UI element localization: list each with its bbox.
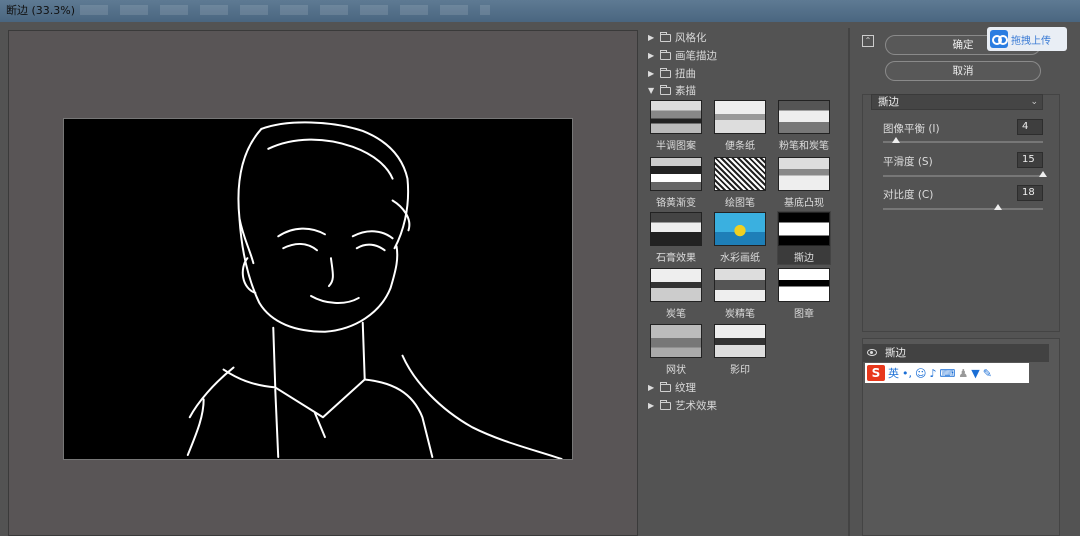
smoothness-input[interactable]: 15 [1017,152,1043,168]
filter-preview [714,212,766,246]
filter-thumb[interactable]: 基底凸现 [778,157,830,209]
folder-icon [660,400,671,410]
filter-thumb[interactable]: 石膏效果 [650,212,702,264]
category-texture[interactable]: ▶ 纹理 [648,380,696,396]
filter-thumb[interactable]: 网状 [650,324,702,376]
filter-preview [714,157,766,191]
ime-toolbar: S 英 •, ☺ ♪ ⌨ ♟ ▼ ✎ [865,363,1029,383]
ime-mode[interactable]: 英 [888,365,899,381]
category-sketch[interactable]: ▼ 素描 [648,83,696,99]
blurred-menu [80,5,490,15]
sogou-logo-icon[interactable]: S [867,365,885,381]
keyboard-icon[interactable]: ⌨ [940,367,956,380]
expand-arrow-icon: ▶ [648,51,655,60]
effect-layers-panel: 撕边 S 英 •, ☺ ♪ ⌨ ♟ ▼ ✎ [862,338,1060,536]
filter-preview [778,212,830,246]
folder-icon [660,382,671,392]
window-titlebar: 断边 (33.3%) [0,0,1080,22]
filter-gallery-panel: ▶ 风格化 ▶ 画笔描边 ▶ 扭曲 ▼ 素描 半调图案 便条纸 粉笔和炭笔 铬黄… [642,28,848,536]
folder-icon [660,50,671,60]
param-label: 图像平衡 (I) [883,123,940,135]
expand-arrow-icon: ▶ [648,383,655,392]
collapse-arrow-icon: ▼ [648,86,655,95]
category-distort[interactable]: ▶ 扭曲 [648,66,696,82]
folder-open-icon [660,85,671,95]
filter-preview [650,157,702,191]
filter-thumb[interactable]: 水彩画纸 [714,212,766,264]
category-brush-strokes[interactable]: ▶ 画笔描边 [648,48,717,64]
filter-preview [650,100,702,134]
filter-thumb[interactable]: 绘图笔 [714,157,766,209]
filter-thumb[interactable]: 铬黄渐变 [650,157,702,209]
expand-arrow-icon: ▶ [648,33,655,42]
filter-thumb[interactable]: 便条纸 [714,100,766,152]
filter-thumb[interactable]: 炭笔 [650,268,702,320]
filter-select[interactable]: 撕边 ⌄ [871,94,1043,110]
filter-thumb[interactable]: 影印 [714,324,766,376]
emoji-icon[interactable]: ☺ [915,367,926,380]
filter-preview [778,157,830,191]
microphone-icon[interactable]: ♪ [929,367,936,380]
slider-knob[interactable] [891,137,900,143]
filter-thumb-selected[interactable]: 撕边 [777,211,831,265]
filter-preview [714,100,766,134]
user-icon[interactable]: ♟ [958,367,968,380]
contrast-input[interactable]: 18 [1017,185,1043,201]
preview-image [63,118,573,460]
filter-thumb[interactable]: 粉笔和炭笔 [778,100,830,152]
category-artistic[interactable]: ▶ 艺术效果 [648,398,717,414]
slider-knob[interactable] [994,204,1003,210]
expand-arrow-icon: ▶ [648,69,655,78]
filter-preview [714,268,766,302]
filter-preview [778,100,830,134]
expand-arrow-icon: ▶ [648,401,655,410]
image-balance-input[interactable]: 4 [1017,119,1043,135]
filter-preview [778,268,830,302]
settings-panel: ⌃ 确定 取消 拖拽上传 撕边 ⌄ 图像平衡 (I) 4 平滑度 (S) 15 … [850,22,1080,536]
filter-preview [714,324,766,358]
collapse-gallery-icon[interactable]: ⌃ [862,35,874,47]
filter-settings: 撕边 ⌄ 图像平衡 (I) 4 平滑度 (S) 15 对比度 (C) 18 [862,94,1060,332]
eye-icon[interactable] [867,349,877,356]
contrast-slider[interactable] [883,204,1043,210]
upload-button[interactable]: 拖拽上传 [987,27,1067,51]
filter-thumb[interactable]: 半调图案 [650,100,702,152]
smoothness-slider[interactable] [883,171,1047,177]
chevron-down-icon: ⌄ [1030,97,1038,107]
filter-preview [650,324,702,358]
punctuation-icon[interactable]: •, [902,367,912,380]
slider-knob[interactable] [1039,171,1047,177]
window-title: 断边 (33.3%) [6,4,76,17]
cancel-button[interactable]: 取消 [885,61,1041,81]
filter-thumb[interactable]: 炭精笔 [714,268,766,320]
folder-icon [660,68,671,78]
param-label: 对比度 (C) [883,189,934,201]
category-stylize[interactable]: ▶ 风格化 [648,30,707,46]
effect-layer-row[interactable]: 撕边 [863,344,1049,362]
wrench-icon[interactable]: ✎ [983,367,992,380]
param-label: 平滑度 (S) [883,156,933,168]
filter-preview [650,212,702,246]
shirt-icon[interactable]: ▼ [971,367,979,380]
cloud-logo-icon [990,30,1008,48]
filter-preview [650,268,702,302]
filter-thumb[interactable]: 图章 [778,268,830,320]
folder-icon [660,32,671,42]
image-balance-slider[interactable] [883,137,1043,143]
